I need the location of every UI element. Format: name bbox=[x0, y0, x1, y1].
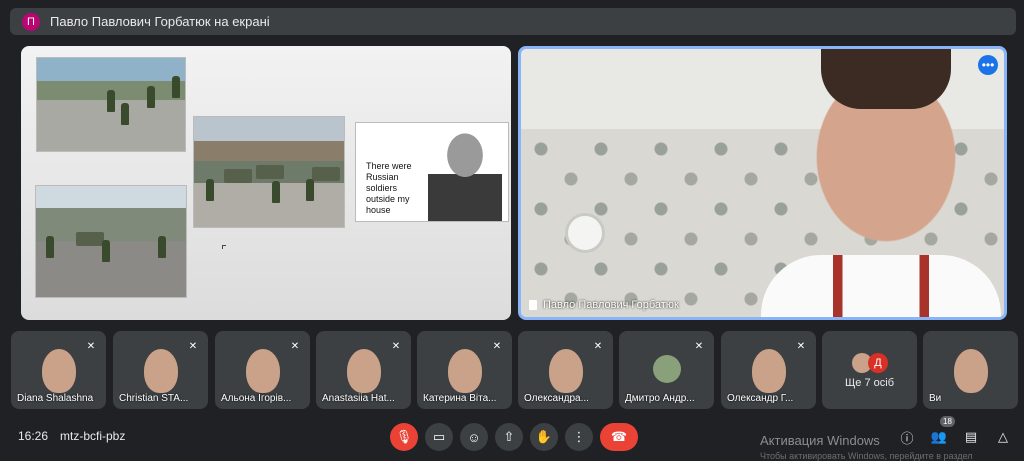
participant-avatar-letter: Д bbox=[868, 353, 888, 373]
emoji-button[interactable]: ☺ bbox=[460, 423, 488, 451]
meeting-code: mtz-bcfi-pbz bbox=[60, 429, 126, 443]
camera-toggle-button[interactable]: ▭ bbox=[425, 423, 453, 451]
participant-face bbox=[245, 349, 280, 393]
raise-hand-button[interactable]: ✋ bbox=[530, 423, 558, 451]
participant-avatar bbox=[652, 355, 681, 383]
slide-photo-3 bbox=[35, 185, 187, 298]
mic-toggle-button[interactable]: 🎙 bbox=[390, 423, 418, 451]
mouse-cursor bbox=[222, 245, 226, 249]
pin-icon bbox=[529, 300, 537, 310]
chat-icon[interactable]: ▤ bbox=[962, 428, 980, 446]
slide-photo-2 bbox=[193, 116, 345, 228]
camera-icon: ▭ bbox=[432, 429, 446, 444]
mic-off-icon: ✕ bbox=[387, 337, 405, 355]
mic-off-icon: 🎙 bbox=[395, 429, 413, 444]
self-face bbox=[953, 349, 988, 393]
participant-tile[interactable]: ✕ Олександр Г... bbox=[721, 331, 816, 409]
end-call-button[interactable]: ☎ bbox=[600, 423, 638, 451]
clock-time: 16:26 bbox=[18, 429, 49, 443]
info-icon[interactable]: ⓘ bbox=[898, 428, 916, 446]
speaker-shirt bbox=[761, 255, 1001, 317]
participant-tile[interactable]: ✕ Олександра... bbox=[518, 331, 613, 409]
participant-face bbox=[346, 349, 381, 393]
present-button[interactable]: ⇧ bbox=[495, 423, 523, 451]
participant-face bbox=[548, 349, 583, 393]
participant-name: Альона Ігорів... bbox=[221, 393, 292, 404]
more-participants-tile[interactable]: Д Ще 7 осіб bbox=[822, 331, 917, 409]
mic-off-icon: ✕ bbox=[286, 337, 304, 355]
participant-tile[interactable]: ✕ Катерина Віта... bbox=[417, 331, 512, 409]
windows-activation-title: Активация Windows bbox=[760, 433, 880, 448]
end-call-icon: ☎ bbox=[610, 429, 628, 444]
participant-tile[interactable]: ✕ Diana Shalashna bbox=[11, 331, 106, 409]
activities-icon[interactable]: △ bbox=[994, 428, 1012, 446]
participant-tile[interactable]: ✕ Дмитро Андр... bbox=[619, 331, 714, 409]
participant-name: Anastasiia Hat... bbox=[322, 393, 395, 404]
emoji-icon: ☺ bbox=[467, 429, 481, 445]
mic-off-icon: ✕ bbox=[184, 337, 202, 355]
wall-clock bbox=[565, 213, 605, 253]
presenter-avatar: П bbox=[22, 12, 40, 31]
people-count-badge: 18 bbox=[940, 416, 955, 427]
participant-tile[interactable]: ✕ Christian STA... bbox=[113, 331, 208, 409]
slide-quote-text: There were Russian soldiers outside my h… bbox=[366, 161, 412, 215]
portrait-image bbox=[428, 127, 502, 221]
participant-face bbox=[751, 349, 786, 393]
participant-face bbox=[447, 349, 482, 393]
people-icon[interactable]: 👥 bbox=[930, 428, 948, 446]
slide-photo-1 bbox=[36, 57, 186, 152]
mic-off-icon: ✕ bbox=[589, 337, 607, 355]
participant-face bbox=[41, 349, 76, 393]
speaker-tile[interactable]: ••• Павло Павлович Горбатюк bbox=[518, 46, 1007, 320]
presenting-text: Павло Павлович Горбатюк на екрані bbox=[50, 14, 270, 29]
more-options-icon[interactable]: ••• bbox=[978, 55, 998, 75]
mic-off-icon: ✕ bbox=[690, 337, 708, 355]
speaker-name-label: Павло Павлович Горбатюк bbox=[529, 299, 679, 311]
participant-face bbox=[143, 349, 178, 393]
bottom-bar: 16:26 mtz-bcfi-pbz 🎙 ▭ ☺ ⇧ ✋ ⋮ ☎ Активац… bbox=[0, 414, 1024, 461]
self-name: Ви bbox=[929, 393, 942, 404]
speaker-name: Павло Павлович Горбатюк bbox=[543, 299, 679, 311]
participant-name: Катерина Віта... bbox=[423, 393, 497, 404]
more-vert-icon: ⋮ bbox=[572, 429, 586, 444]
mic-off-icon: ✕ bbox=[82, 337, 100, 355]
participant-tile[interactable]: ✕ Альона Ігорів... bbox=[215, 331, 310, 409]
raise-hand-icon: ✋ bbox=[535, 429, 553, 444]
self-tile[interactable]: Ви bbox=[923, 331, 1018, 409]
presentation-tile[interactable]: There were Russian soldiers outside my h… bbox=[21, 46, 511, 320]
mic-off-icon: ✕ bbox=[792, 337, 810, 355]
mic-off-icon: ✕ bbox=[488, 337, 506, 355]
participant-name: Christian STA... bbox=[119, 393, 189, 404]
more-options-button[interactable]: ⋮ bbox=[565, 423, 593, 451]
speaker-hair bbox=[821, 49, 951, 109]
present-icon: ⇧ bbox=[503, 429, 515, 444]
presenting-banner: П Павло Павлович Горбатюк на екрані bbox=[10, 8, 1016, 35]
participant-tile[interactable]: ✕ Anastasiia Hat... bbox=[316, 331, 411, 409]
participant-name: Дмитро Андр... bbox=[625, 393, 695, 404]
slide-quote-card: There were Russian soldiers outside my h… bbox=[355, 122, 509, 222]
participant-name: Олександр Г... bbox=[727, 393, 794, 404]
more-participants-label: Ще 7 осіб bbox=[844, 377, 895, 389]
participant-name: Diana Shalashna bbox=[17, 393, 94, 404]
windows-activation-subtitle: Чтобы активировать Windows, перейдите в … bbox=[760, 451, 973, 461]
participant-name: Олександра... bbox=[524, 393, 589, 404]
